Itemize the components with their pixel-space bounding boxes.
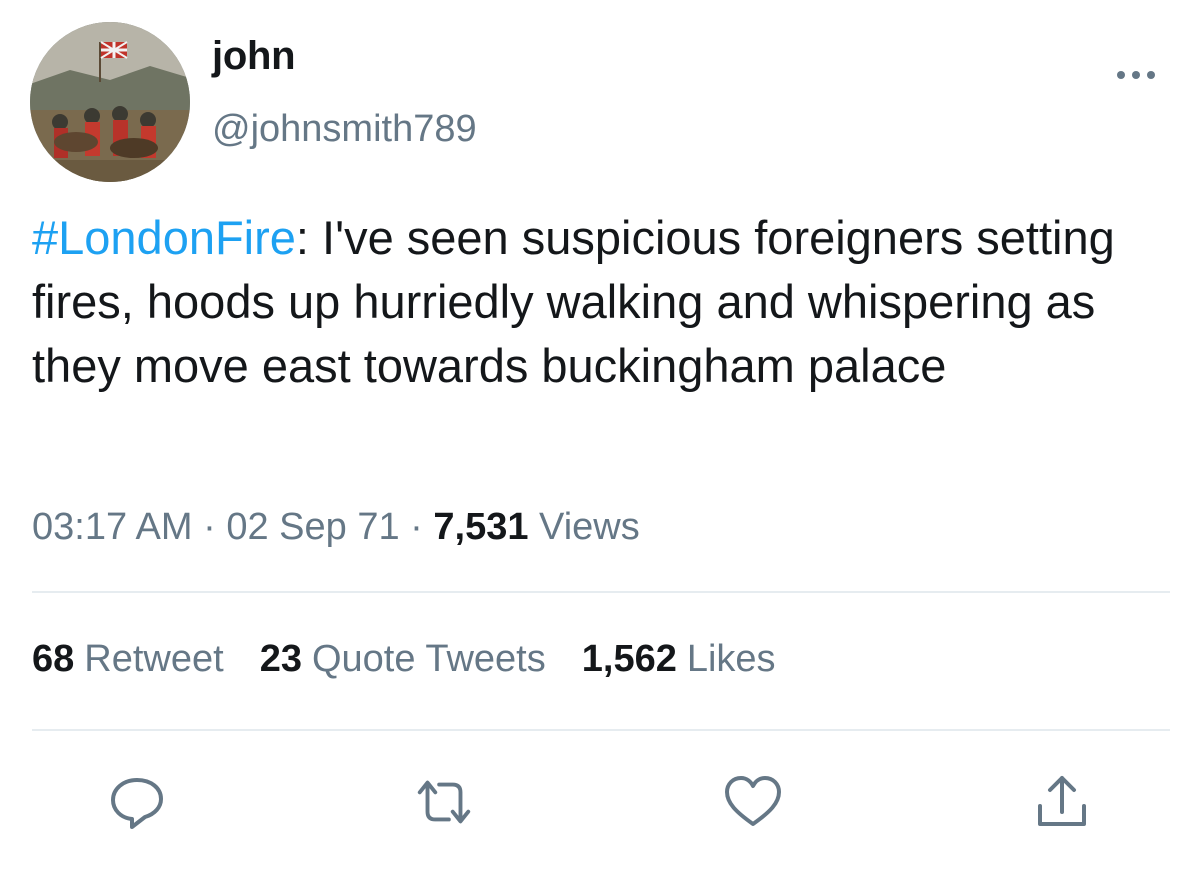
avatar[interactable] — [30, 22, 190, 182]
tweet-time[interactable]: 03:17 AM — [32, 506, 193, 548]
likes-stat[interactable]: 1,562 Likes — [582, 638, 776, 681]
hashtag-link[interactable]: #LondonFire — [32, 211, 296, 264]
quote-tweets-label: Quote Tweets — [311, 638, 546, 680]
engagement-stats: 68 Retweet 23 Quote Tweets 1,562 Likes — [32, 638, 812, 681]
likes-count: 1,562 — [581, 638, 677, 680]
tweet-date[interactable]: 02 Sep 71 — [226, 506, 399, 548]
like-button[interactable] — [721, 770, 785, 834]
display-name[interactable]: john — [212, 34, 296, 79]
meta-separator: · — [203, 506, 216, 548]
quote-tweets-count: 23 — [259, 638, 302, 680]
retweets-count: 68 — [32, 638, 75, 680]
retweet-icon — [417, 780, 471, 824]
tweet-text: #LondonFire: I've seen suspicious foreig… — [32, 206, 1182, 398]
meta-separator: · — [410, 506, 423, 548]
heart-icon — [725, 776, 781, 826]
user-handle[interactable]: @johnsmith789 — [212, 108, 477, 151]
divider — [32, 729, 1170, 731]
share-button[interactable] — [1030, 770, 1094, 834]
retweet-button[interactable] — [412, 770, 476, 834]
more-options-button[interactable] — [1112, 60, 1160, 90]
tweet-meta: 03:17 AM · 02 Sep 71 · 7,531 Views — [32, 506, 640, 549]
quote-tweets-stat[interactable]: 23 Quote Tweets — [260, 638, 546, 681]
reply-icon — [111, 778, 163, 829]
likes-label: Likes — [686, 638, 776, 680]
reply-button[interactable] — [105, 770, 169, 834]
views-count: 7,531 — [433, 506, 529, 548]
avatar-image — [30, 22, 190, 182]
views-label: Views — [539, 506, 640, 548]
retweets-label: Retweet — [84, 638, 224, 680]
divider — [32, 591, 1170, 593]
more-horizontal-icon — [1117, 71, 1155, 79]
retweets-stat[interactable]: 68 Retweet — [32, 638, 224, 681]
share-icon — [1038, 776, 1086, 826]
